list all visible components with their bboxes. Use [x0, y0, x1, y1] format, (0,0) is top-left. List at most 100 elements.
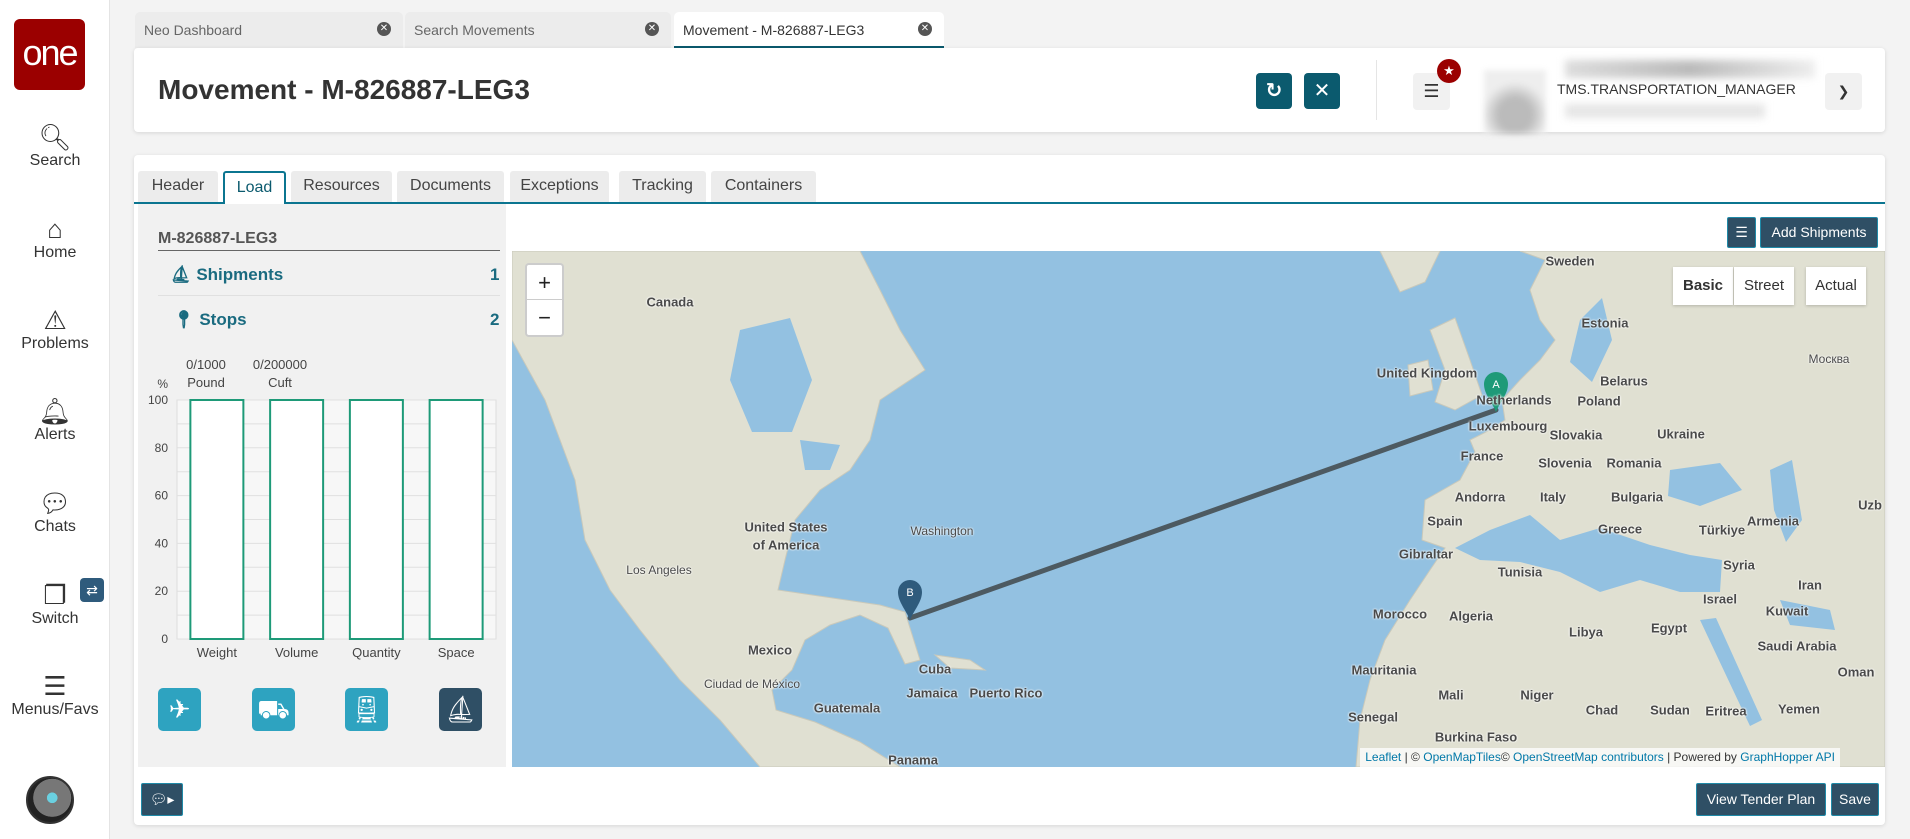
tab-load[interactable]: Load — [223, 171, 286, 204]
tab-exceptions[interactable]: Exceptions — [510, 171, 609, 202]
shipments-link[interactable]: ⛵︎ Shipments — [170, 265, 283, 285]
map-label: Panama — [888, 752, 938, 768]
map-attribution: Leaflet | © OpenMapTiles© OpenStreetMap … — [1360, 748, 1840, 767]
mode-ocean-button[interactable]: ⛵︎ — [439, 688, 482, 731]
add-shipments-button[interactable]: Add Shipments — [1760, 217, 1878, 248]
user-org-blurred — [1565, 104, 1765, 118]
truck-icon: ⛟ — [257, 694, 290, 724]
sidebar-item-chats[interactable]: 💬︎ Chats — [0, 488, 110, 536]
warning-icon: ⚠ — [43, 305, 67, 335]
close-tab-icon[interactable]: ✕ — [645, 22, 659, 36]
category-label: Volume — [275, 645, 318, 660]
zoom-out-button[interactable]: − — [527, 300, 562, 335]
stops-link[interactable]: 📍︎ Stops — [173, 310, 247, 330]
layer-basic-button[interactable]: Basic — [1673, 267, 1733, 305]
zoom-in-button[interactable]: + — [527, 265, 562, 300]
sidebar-item-home[interactable]: ⌂ Home — [0, 214, 110, 262]
map-label: of America — [752, 537, 820, 553]
y-tick-label: 0 — [161, 632, 168, 646]
map-label: Libya — [1569, 624, 1603, 640]
close-tab-icon[interactable]: ✕ — [377, 22, 391, 36]
map-label: Sweden — [1545, 253, 1595, 269]
map-menu-button[interactable]: ☰ — [1727, 217, 1756, 248]
map-label: Cuba — [918, 661, 952, 677]
map-label: Jamaica — [906, 685, 958, 701]
user-dropdown-button[interactable]: ❯ — [1825, 73, 1862, 110]
map-label: Bulgaria — [1610, 489, 1664, 505]
openmaptiles-link[interactable]: OpenMapTiles — [1423, 750, 1501, 764]
graphhopper-link[interactable]: GraphHopper API — [1740, 750, 1835, 764]
tab-containers[interactable]: Containers — [711, 171, 816, 202]
sidebar-item-menus-favs[interactable]: ☰ Menus/Favs — [0, 671, 110, 719]
osm-link[interactable]: OpenStreetMap contributors — [1513, 750, 1664, 764]
tab-search-movements[interactable]: Search Movements ✕ — [405, 12, 671, 48]
map-label: Mali — [1438, 687, 1464, 703]
ship-icon: ⛵︎ — [443, 694, 477, 724]
hamburger-icon: ☰ — [1735, 224, 1748, 240]
map-label: Netherlands — [1476, 392, 1552, 408]
tab-header[interactable]: Header — [138, 171, 218, 202]
map-label: Poland — [1577, 393, 1621, 409]
movement-id: M-826887-LEG3 — [158, 230, 278, 247]
tab-resources[interactable]: Resources — [291, 171, 392, 202]
category-label: Quantity — [352, 645, 401, 660]
zoom-control: + − — [525, 263, 564, 337]
tab-documents[interactable]: Documents — [397, 171, 504, 202]
save-button[interactable]: Save — [1831, 783, 1879, 816]
map-label: Armenia — [1746, 513, 1800, 529]
route-line — [907, 407, 1499, 621]
map-label: Yemen — [1778, 701, 1820, 717]
close-icon: ✕ — [1313, 80, 1331, 102]
y-tick-label: 40 — [155, 536, 169, 550]
capacity-bar — [269, 399, 325, 640]
switch-arrows-icon[interactable]: ⇄ — [80, 578, 104, 602]
marker-b-label: B — [906, 587, 913, 599]
map-label: France — [1460, 448, 1504, 464]
map[interactable]: A B Canada United States of America Washing… — [512, 251, 1885, 767]
sidebar-item-search[interactable]: 🔍︎ Search — [0, 122, 110, 170]
user-photo — [1484, 70, 1546, 134]
home-icon: ⌂ — [47, 214, 63, 244]
tab-tracking[interactable]: Tracking — [619, 171, 706, 202]
map-label: Москва — [1808, 352, 1850, 366]
mode-rail-button[interactable]: 🚆︎ — [345, 688, 388, 731]
map-label: Senegal — [1348, 709, 1398, 725]
close-tab-icon[interactable]: ✕ — [918, 22, 932, 36]
menu-icon: ☰ — [43, 671, 67, 701]
map-label: Andorra — [1454, 489, 1506, 505]
layer-street-button[interactable]: Street — [1734, 267, 1794, 305]
mode-air-button[interactable]: ✈ — [158, 688, 201, 731]
chat-button[interactable]: 💬︎▸ — [141, 783, 183, 816]
tab-neo-dashboard[interactable]: Neo Dashboard ✕ — [135, 12, 403, 48]
sidebar-item-alerts[interactable]: 🔔︎ Alerts — [0, 396, 110, 444]
map-label: Syria — [1723, 557, 1755, 573]
page-title: Movement - M-826887-LEG3 — [158, 74, 530, 105]
refresh-button[interactable]: ↻ — [1256, 73, 1292, 109]
user-name-blurred — [1565, 60, 1815, 78]
hamburger-icon: ☰ — [1423, 81, 1440, 101]
view-tender-plan-button[interactable]: View Tender Plan — [1696, 783, 1826, 816]
leaflet-link[interactable]: Leaflet — [1365, 750, 1401, 764]
y-tick-label: 60 — [155, 489, 169, 503]
map-label: United Kingdom — [1376, 365, 1478, 381]
map-label: Greece — [1597, 521, 1643, 537]
y-tick-label: 80 — [155, 441, 169, 455]
user-avatar[interactable] — [26, 776, 74, 824]
chat-icon: 💬︎▸ — [149, 791, 175, 807]
mode-truck-button[interactable]: ⛟ — [252, 688, 295, 731]
map-label: Uzb — [1858, 497, 1882, 513]
capacity-bar — [348, 399, 404, 640]
map-label: Ciudad de México — [703, 677, 801, 691]
layer-actual-button[interactable]: Actual — [1806, 267, 1866, 305]
close-button[interactable]: ✕ — [1304, 73, 1340, 109]
map-label: Egypt — [1650, 620, 1688, 636]
map-label: Algeria — [1448, 608, 1494, 624]
map-label: Italy — [1539, 489, 1567, 505]
logo[interactable]: one — [14, 19, 85, 90]
star-icon: ★ — [1437, 59, 1461, 83]
refresh-icon: ↻ — [1265, 80, 1283, 102]
map-label: Slovenia — [1538, 455, 1592, 471]
sidebar-item-problems[interactable]: ⚠ Problems — [0, 305, 110, 353]
tab-movement[interactable]: Movement - M-826887-LEG3 ✕ — [674, 12, 944, 48]
map-label: Kuwait — [1765, 603, 1809, 619]
